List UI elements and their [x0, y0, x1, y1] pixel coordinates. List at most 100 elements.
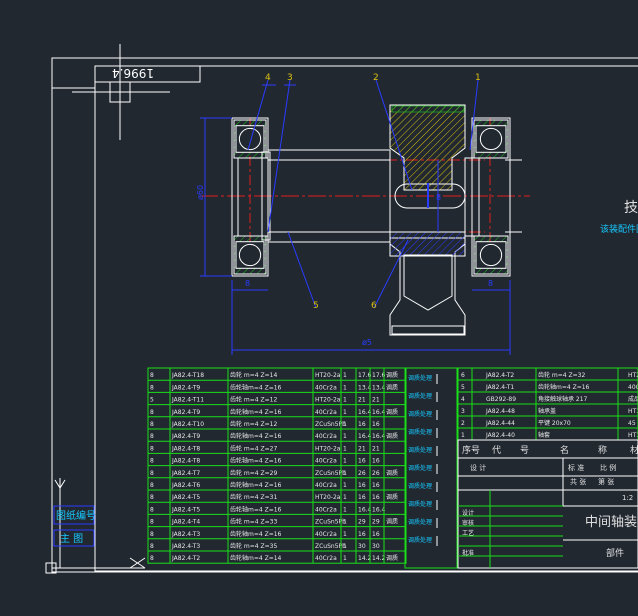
parts-left-cell-no: 8 [150, 445, 154, 452]
parts-left-cell-note: 调质 [386, 493, 398, 501]
parts-right-cell-code: JA82.4-44 [485, 420, 515, 427]
parts-left-cell-name: 齿轮 m=4 Z=33 [230, 518, 277, 526]
parts-left-cell-w1: 16 [358, 458, 366, 465]
parts-left-cell-w1: 21 [358, 445, 366, 452]
tb-r2b: 第 张 [598, 477, 614, 486]
parts-left-cell-w2: 21 [372, 445, 380, 452]
parts-left-cell-code: JA82.4-T9 [171, 433, 200, 440]
parts-right-cell-mat: HT15 [628, 432, 638, 439]
parts-left-cell-mat: 40Cr2a [315, 458, 337, 465]
sign-4: 批准 [462, 549, 474, 557]
parts-left-cell-w2: 29 [372, 519, 380, 526]
heat-treat-note: 调质处理 [408, 374, 432, 382]
parts-left-cell-code: JA82.4-T2 [171, 555, 200, 562]
parts-left-cell-w2: 16 [372, 482, 380, 489]
parts-right-cell-code: GB292-89 [486, 396, 516, 403]
parts-left-cell-note: 调质 [386, 408, 398, 416]
tech-req-heading: 技 [624, 200, 638, 216]
parts-left-cell-qty: 1 [343, 470, 347, 477]
tb-r1a: 设 计 [470, 463, 486, 472]
parts-left-cell-mat: 40Cr2a [315, 506, 337, 513]
header-c1: 序号 [462, 444, 480, 456]
parts-right-cell-name: 角接触球轴承 217 [538, 395, 588, 403]
parts-left-cell-mat: HT20-2a [315, 397, 341, 404]
ucs-y1 [54, 479, 61, 489]
parts-right-cell-code: JA82.4-T2 [485, 372, 514, 379]
tb-r2a: 共 张 [570, 477, 586, 486]
parts-left-cell-qty: 1 [343, 372, 347, 379]
parts-left-cell-name: 齿轮轴m=4 Z=16 [230, 432, 282, 440]
parts-left-cell-name: 齿轮 m=4 Z=35 [230, 542, 277, 550]
leader-line-5 [287, 231, 317, 309]
parts-left-cell-code: JA82.4-T11 [171, 397, 204, 404]
parts-left-cell-code: JA82.4-T18 [171, 372, 204, 379]
leader-line-2 [267, 79, 291, 233]
parts-left-cell-name: 齿轮 m=4 Z=27 [230, 444, 277, 452]
parts-left-cell-name: 齿轮轴m=4 Z=16 [230, 481, 282, 489]
parts-left-cell-mat: 40Cr2a [315, 384, 337, 391]
dim-overall-text: ø5 [362, 338, 372, 347]
parts-left-cell-no: 8 [150, 519, 154, 526]
parts-left-cell-w2: 16 [372, 531, 380, 538]
parts-right-cell-code: JA82.4-48 [485, 408, 515, 415]
header-c2: 代 [492, 445, 501, 456]
parts-left-cell-no: 8 [150, 458, 154, 465]
parts-left-cell-code: JA82.4-T5 [171, 494, 200, 501]
heat-treat-note: 调质处理 [408, 536, 432, 544]
parts-left-cell-no: 8 [150, 494, 154, 501]
parts-left-cell-qty: 1 [343, 531, 347, 538]
parts-left-cell-name: 齿轮轴m=4 Z=16 [230, 383, 282, 391]
dim-left-height-text: ø60 [196, 185, 205, 200]
parts-right-cell-name: 齿轮轴m=4 Z=16 [538, 383, 590, 391]
parts-left-cell-mat: HT20-2a [315, 445, 341, 452]
left-bearing-spacer [237, 157, 269, 237]
parts-right-cell-mat: 成品 [628, 395, 638, 403]
parts-right-cell-mat: HT15 [628, 408, 638, 415]
parts-left-cell-w1: 21 [358, 397, 366, 404]
parts-left-cell-name: 齿轮 m=4 Z=14 [230, 371, 277, 379]
parts-left-cell-no: 8 [150, 372, 154, 379]
parts-left-cell-code: JA82.4-T9 [171, 384, 200, 391]
parts-left-cell-w2: 16 [372, 458, 380, 465]
parts-left-cell-qty: 1 [343, 445, 347, 452]
parts-left-cell-no: 8 [150, 482, 154, 489]
parts-right-cell-no: 3 [461, 408, 465, 415]
parts-left-cell-code: JA82.4-T9 [171, 409, 200, 416]
title-stamp-text: 1996.4 [112, 66, 154, 80]
parts-left-cell-note: 调质 [386, 554, 398, 562]
parts-left-cell-w2: 30 [372, 543, 380, 550]
parts-left-cell-no: 8 [150, 531, 154, 538]
parts-left-cell-qty: 1 [343, 433, 347, 440]
parts-left-cell-qty: 1 [343, 458, 347, 465]
heat-treat-note: 调质处理 [408, 500, 432, 508]
parts-left-cell-mat: HT20-2a [315, 494, 341, 501]
parts-left-cell-w2: 26 [372, 470, 380, 477]
balloon-6: 6 [371, 301, 377, 311]
parts-left-cell-w2: 16 [372, 494, 380, 501]
parts-left-cell-no: 8 [150, 409, 154, 416]
parts-left-cell-name: 齿轮轴m=4 Z=16 [230, 408, 282, 416]
drawing-svg[interactable]: 1996.4图纸编号主 图ø5ø60888432156技该装配件图8JA82.4… [0, 0, 638, 616]
header-row-frame [457, 439, 638, 459]
parts-right-cell-code: JA82.4-T1 [485, 384, 514, 391]
parts-left-cell-mat: 40Cr2a [315, 433, 337, 440]
drawing-sub: 部件 [606, 547, 624, 559]
parts-left-cell-w1: 16 [358, 482, 366, 489]
heat-treat-note: 调质处理 [408, 464, 432, 472]
parts-left-cell-name: 齿轮轴m=4 Z=16 [230, 530, 282, 538]
parts-left-cell-w1: 29 [358, 519, 366, 526]
dim-bore-text: 8 [436, 193, 441, 202]
parts-left-cell-no: 8 [150, 384, 154, 391]
parts-left-cell-code: JA82.4-T5 [171, 506, 200, 513]
cad-drawing-canvas[interactable]: 1996.4图纸编号主 图ø5ø60888432156技该装配件图8JA82.4… [0, 0, 638, 616]
tb-r1b: 标 准 [568, 463, 584, 472]
heat-treat-note: 调质处理 [408, 446, 432, 454]
parts-left-cell-no: 8 [150, 555, 154, 562]
parts-right-cell-name: 齿轮 m=4 Z=32 [538, 371, 585, 379]
dim-right-width-text: 8 [488, 279, 493, 288]
parts-left-cell-no: 8 [150, 543, 154, 550]
gear-web [403, 254, 453, 311]
parts-left-cell-note: 调质 [386, 469, 398, 477]
parts-left-cell-name: 齿轮轴m=4 Z=16 [230, 457, 282, 465]
parts-left-cell-code: JA82.4-T7 [171, 470, 200, 477]
